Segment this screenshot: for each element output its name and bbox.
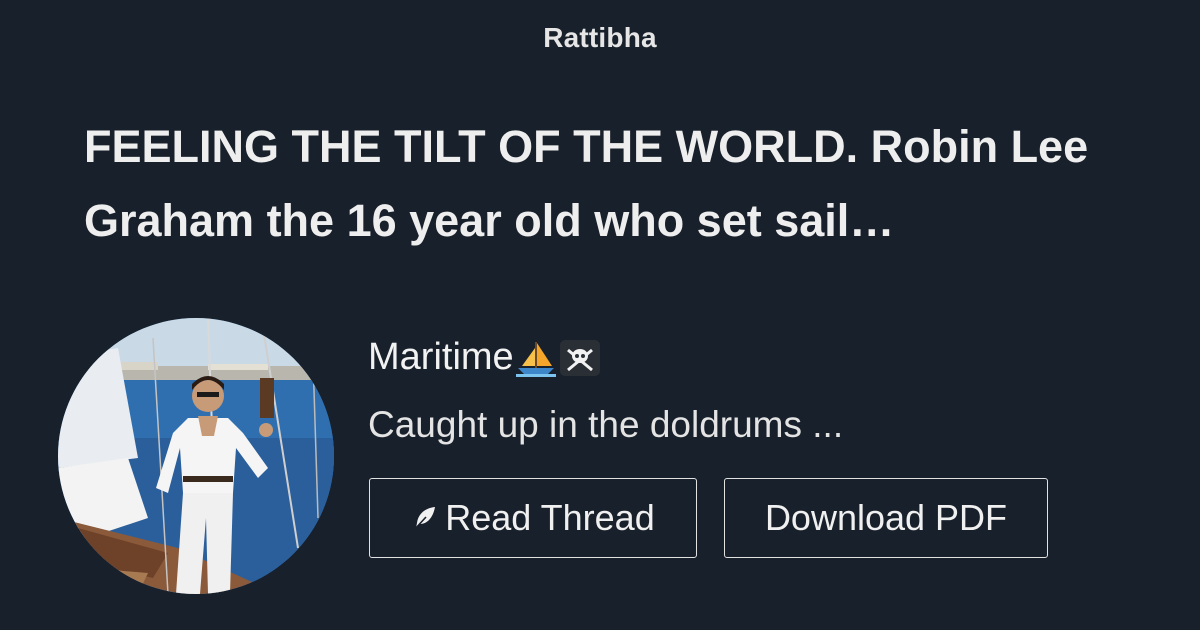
share-card: Rattibha FEELING THE TILT OF THE WORLD. … [0, 0, 1200, 630]
skull-crossbones-icon [558, 338, 602, 378]
feather-icon [411, 504, 439, 532]
thread-title: FEELING THE TILT OF THE WORLD. Robin Lee… [84, 121, 1089, 246]
author-avatar [58, 318, 334, 594]
download-pdf-label: Download PDF [764, 497, 1008, 538]
thread-excerpt: Caught up in the doldrums ... [368, 404, 844, 445]
download-pdf-button[interactable]: Download PDF [724, 478, 1048, 558]
sailboat-icon [514, 338, 558, 378]
author-name: Maritime [368, 336, 514, 378]
author-line: Maritime [368, 336, 602, 379]
brand-name: Rattibha [543, 22, 657, 53]
read-thread-button[interactable]: Read Thread [369, 478, 697, 558]
read-thread-label: Read Thread [445, 497, 655, 538]
